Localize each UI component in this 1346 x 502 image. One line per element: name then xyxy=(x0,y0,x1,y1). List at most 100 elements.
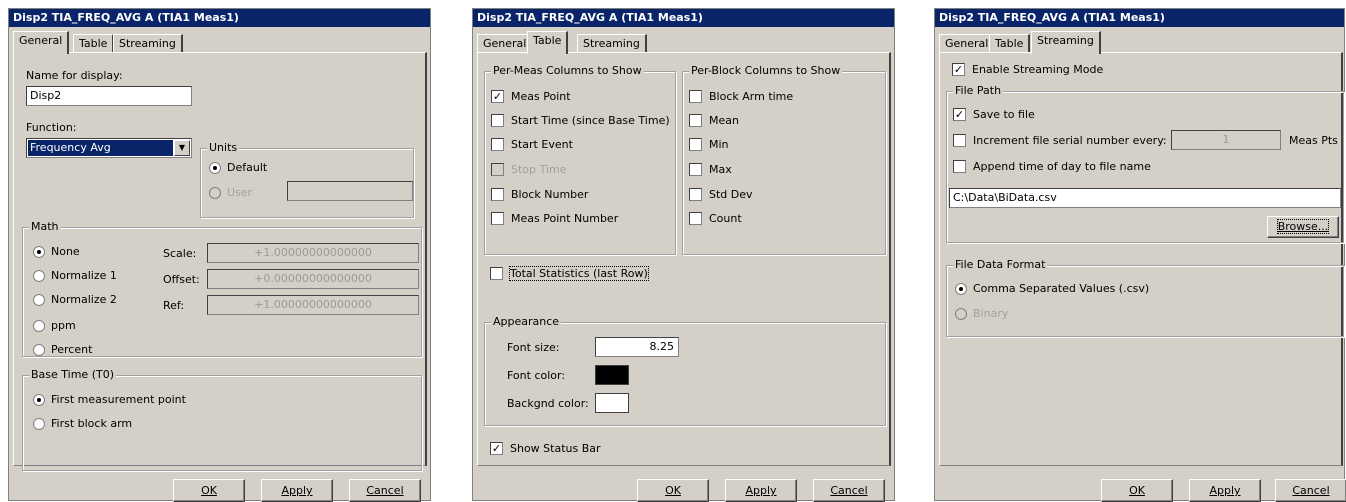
tab-streaming[interactable]: Streaming xyxy=(1031,31,1101,54)
file-format-title: File Data Format xyxy=(953,258,1048,271)
csv-radio[interactable] xyxy=(955,283,967,295)
appearance-title: Appearance xyxy=(491,315,562,328)
meas-point-number-checkbox[interactable] xyxy=(491,212,504,225)
tab-table[interactable]: Table xyxy=(989,34,1031,53)
stop-time-label: Stop Time xyxy=(511,163,567,176)
min-checkbox[interactable] xyxy=(689,138,702,151)
std-dev-checkbox[interactable] xyxy=(689,188,702,201)
base-first-block-radio[interactable] xyxy=(33,418,45,430)
count-checkbox[interactable] xyxy=(689,212,702,225)
apply-button[interactable]: Apply xyxy=(1189,479,1261,502)
max-label: Max xyxy=(709,163,732,176)
math-normalize1-radio[interactable] xyxy=(33,270,45,282)
font-size-label: Font size: xyxy=(507,341,560,354)
math-none-radio[interactable] xyxy=(33,246,45,258)
total-stats-label: Total Statistics (last Row) xyxy=(509,266,649,281)
tab-general[interactable]: General xyxy=(13,31,70,54)
apply-label: Apply xyxy=(281,484,313,497)
name-label: Name for display: xyxy=(26,69,123,82)
block-arm-time-checkbox[interactable] xyxy=(689,90,702,103)
streaming-panel: ✓ Enable Streaming Mode File Path ✓ Save… xyxy=(939,52,1344,466)
block-arm-time-label: Block Arm time xyxy=(709,90,794,103)
per-meas-title: Per-Meas Columns to Show xyxy=(491,64,644,77)
backgnd-color-swatch[interactable] xyxy=(595,393,629,413)
units-default-radio[interactable] xyxy=(209,162,221,174)
general-panel: Name for display: Disp2 Function: Freque… xyxy=(13,52,427,471)
append-time-checkbox[interactable] xyxy=(953,160,966,173)
count-label: Count xyxy=(709,212,742,225)
start-event-label: Start Event xyxy=(511,138,573,151)
backgnd-color-label: Backgnd color: xyxy=(507,397,589,410)
base-first-block-label: First block arm xyxy=(51,417,133,430)
binary-radio[interactable] xyxy=(955,308,967,320)
cancel-button[interactable]: Cancel xyxy=(813,479,885,502)
scale-label: Scale: xyxy=(163,247,197,260)
units-user-radio[interactable] xyxy=(209,187,221,199)
ref-label: Ref: xyxy=(163,299,185,312)
math-normalize1-label: Normalize 1 xyxy=(51,269,117,282)
tab-general[interactable]: General xyxy=(939,34,996,53)
ok-button[interactable]: OK xyxy=(1101,479,1173,502)
units-default-label: Default xyxy=(227,161,268,174)
status-bar-label: Show Status Bar xyxy=(510,442,601,455)
units-user-input[interactable] xyxy=(287,181,413,201)
start-time-label: Start Time (since Base Time) xyxy=(511,114,670,127)
function-label: Function: xyxy=(26,121,77,134)
offset-label: Offset: xyxy=(163,273,200,286)
meas-point-checkbox[interactable]: ✓ xyxy=(491,90,504,103)
start-time-checkbox[interactable] xyxy=(491,114,504,127)
start-event-checkbox[interactable] xyxy=(491,138,504,151)
font-size-input[interactable]: 8.25 xyxy=(595,337,679,357)
font-color-swatch[interactable] xyxy=(595,365,629,385)
apply-label: Apply xyxy=(745,484,777,497)
block-number-checkbox[interactable] xyxy=(491,188,504,201)
math-ppm-label: ppm xyxy=(51,319,76,332)
cancel-button[interactable]: Cancel xyxy=(1275,479,1346,502)
function-select[interactable]: Frequency Avg ▼ xyxy=(26,138,192,158)
base-first-meas-radio[interactable] xyxy=(33,394,45,406)
browse-label: Browse... xyxy=(1276,219,1330,234)
save-to-file-label: Save to file xyxy=(973,108,1035,121)
browse-button[interactable]: Browse... xyxy=(1267,216,1339,238)
window-title: Disp2 TIA_FREQ_AVG A (TIA1 Meas1) xyxy=(935,9,1344,27)
save-to-file-checkbox[interactable]: ✓ xyxy=(953,108,966,121)
units-title: Units xyxy=(207,141,240,154)
cancel-label: Cancel xyxy=(366,484,404,497)
ok-button[interactable]: OK xyxy=(173,479,245,502)
total-stats-checkbox[interactable] xyxy=(490,267,503,280)
per-block-group: Per-Block Columns to Show Block Arm time… xyxy=(682,64,886,255)
offset-input[interactable]: +0.00000000000000 xyxy=(207,269,419,289)
file-path-input[interactable]: C:\Data\BiData.csv xyxy=(949,188,1341,208)
increment-input[interactable]: 1 xyxy=(1171,130,1281,150)
scale-input[interactable]: +1.00000000000000 xyxy=(207,243,419,263)
tab-streaming[interactable]: Streaming xyxy=(577,34,647,53)
dialog-general: Disp2 TIA_FREQ_AVG A (TIA1 Meas1) Genera… xyxy=(8,8,431,502)
window-title: Disp2 TIA_FREQ_AVG A (TIA1 Meas1) xyxy=(473,9,894,27)
tab-general[interactable]: General xyxy=(477,34,534,53)
tab-table[interactable]: Table xyxy=(73,34,115,53)
file-path-group: File Path ✓ Save to file Increment file … xyxy=(946,84,1344,243)
enable-streaming-checkbox[interactable]: ✓ xyxy=(952,63,965,76)
mean-checkbox[interactable] xyxy=(689,114,702,127)
increment-label: Increment file serial number every: xyxy=(973,134,1167,147)
cancel-button[interactable]: Cancel xyxy=(349,479,421,502)
mean-label: Mean xyxy=(709,114,739,127)
math-none-label: None xyxy=(51,245,80,258)
math-normalize2-radio[interactable] xyxy=(33,294,45,306)
window-title: Disp2 TIA_FREQ_AVG A (TIA1 Meas1) xyxy=(9,9,430,27)
math-ppm-radio[interactable] xyxy=(33,320,45,332)
name-input[interactable]: Disp2 xyxy=(26,86,192,106)
stop-time-checkbox[interactable] xyxy=(491,163,504,176)
increment-checkbox[interactable] xyxy=(953,134,966,147)
math-percent-radio[interactable] xyxy=(33,344,45,356)
tab-streaming[interactable]: Streaming xyxy=(113,34,183,53)
append-time-label: Append time of day to file name xyxy=(973,160,1151,173)
ref-input[interactable]: +1.00000000000000 xyxy=(207,295,419,315)
status-bar-checkbox[interactable]: ✓ xyxy=(490,442,503,455)
ok-button[interactable]: OK xyxy=(637,479,709,502)
apply-button[interactable]: Apply xyxy=(261,479,333,502)
tab-table[interactable]: Table xyxy=(527,31,569,54)
apply-button[interactable]: Apply xyxy=(725,479,797,502)
max-checkbox[interactable] xyxy=(689,163,702,176)
chevron-down-icon[interactable]: ▼ xyxy=(174,140,190,156)
